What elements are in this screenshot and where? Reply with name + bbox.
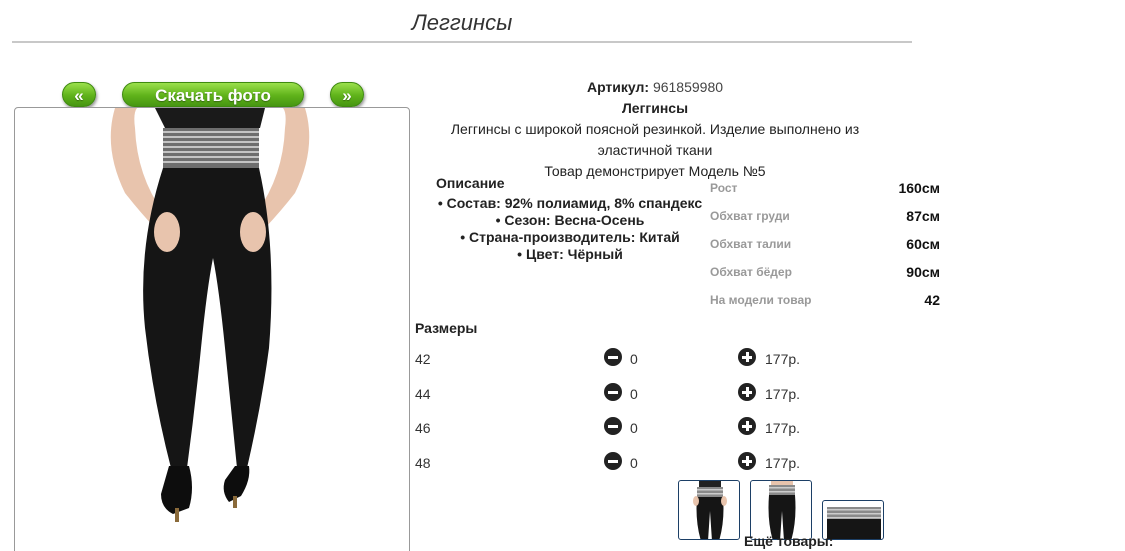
param-value: 42 [924,292,940,308]
description-heading: Описание [436,175,505,191]
param-row: Обхват талии 60см [710,234,940,262]
thumbnail[interactable] [678,480,740,540]
article-value: 961859980 [652,79,724,95]
size-value: 44 [415,386,431,402]
param-value: 60см [906,236,940,252]
param-label: На модели товар [710,293,812,307]
next-photo-button[interactable]: » [330,82,364,107]
quantity-value: 0 [630,420,638,436]
param-value: 87см [906,208,940,224]
size-value: 42 [415,351,431,367]
description-item: Страна-производитель: Китай [420,229,720,246]
price-value: 177р. [765,351,801,367]
prev-photo-button[interactable]: « [62,82,96,107]
product-info: Артикул: 961859980 Леггинсы Леггинсы с ш… [420,77,890,182]
title-divider [12,41,912,43]
product-summary: Леггинсы с широкой поясной резинкой. Изд… [450,121,860,158]
minus-circle-icon[interactable] [604,452,622,470]
minus-circle-icon[interactable] [604,348,622,366]
size-row: 42 0 177р. [415,348,835,372]
price-value: 177р. [765,420,801,436]
minus-circle-icon[interactable] [604,383,622,401]
product-name: Леггинсы [621,100,689,116]
minus-circle-icon[interactable] [604,417,622,435]
page-title: Леггинсы [411,10,513,35]
product-photo-image [61,108,367,551]
price-value: 177р. [765,386,801,402]
size-value: 46 [415,420,431,436]
article-line: Артикул: 961859980 [420,77,890,98]
param-row: Рост 160см [710,178,940,206]
plus-circle-icon[interactable] [738,452,756,470]
param-label: Рост [710,181,738,195]
plus-circle-icon[interactable] [738,417,756,435]
plus-circle-icon[interactable] [738,348,756,366]
plus-circle-icon[interactable] [738,383,756,401]
product-photo[interactable] [14,107,410,551]
article-label: Артикул: [586,79,650,95]
param-row: Обхват бёдер 90см [710,262,940,290]
price-value: 177р. [765,455,801,471]
description-item: Сезон: Весна-Осень [420,212,720,229]
param-value: 90см [906,264,940,280]
param-label: Обхват бёдер [710,265,792,279]
size-row: 46 0 177р. [415,417,835,441]
description-item: Цвет: Чёрный [420,246,720,263]
description-item: Состав: 92% полиамид, 8% спандекс [420,195,720,212]
param-row: На модели товар 42 [710,290,940,318]
param-label: Обхват талии [710,237,792,251]
size-row: 48 0 177р. [415,452,835,476]
description-block: Описание Состав: 92% полиамид, 8% спанде… [420,175,720,263]
param-label: Обхват груди [710,209,790,223]
description-list: Состав: 92% полиамид, 8% спандекс Сезон:… [420,195,720,263]
model-params-table: Рост 160см Обхват груди 87см Обхват тали… [710,178,940,318]
sizes-heading: Размеры [415,320,478,336]
quantity-value: 0 [630,351,638,367]
thumbnail-image [768,481,796,539]
size-row: 44 0 177р. [415,383,835,407]
quantity-value: 0 [630,386,638,402]
param-value: 160см [898,180,940,196]
thumbnail-image [693,481,727,539]
size-value: 48 [415,455,431,471]
download-photo-button[interactable]: Скачать фото [122,82,304,107]
quantity-value: 0 [630,455,638,471]
param-row: Обхват груди 87см [710,206,940,234]
more-products-heading: Ещё товары: [744,533,834,549]
thumbnail[interactable] [750,480,812,540]
